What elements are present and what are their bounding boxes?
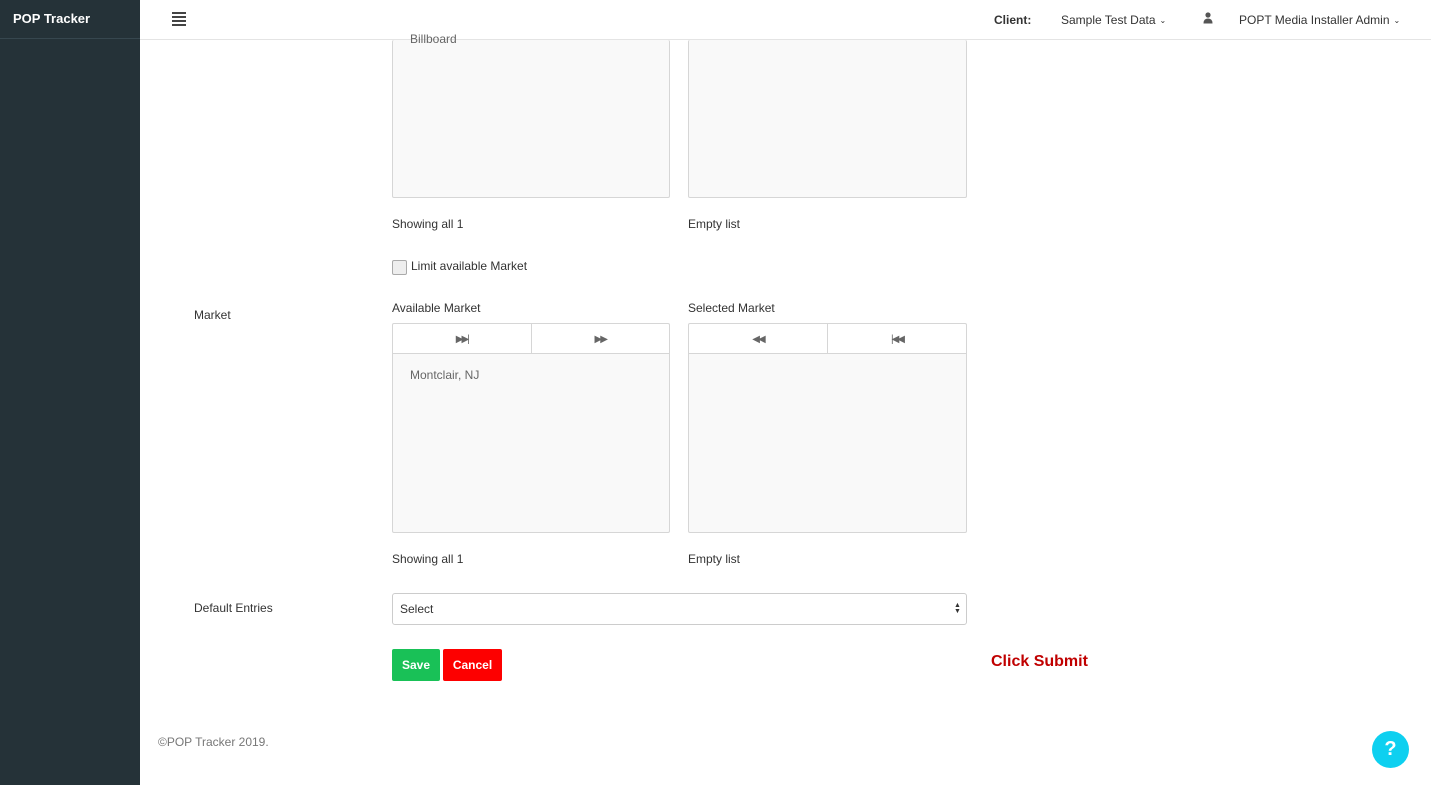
available-market-title: Available Market [392,301,481,315]
hamburger-icon[interactable] [172,12,186,26]
client-label: Client: [994,13,1032,27]
client-dropdown[interactable]: Sample Test Data ⌄ [1061,13,1166,27]
limit-market-checkbox[interactable] [392,260,407,275]
user-menu-dropdown[interactable]: POPT Media Installer Admin ⌄ [1239,13,1400,27]
chevron-down-icon: ⌄ [1159,16,1167,25]
available-market-controls: ▶▶| ▶▶ [392,323,670,354]
client-value: Sample Test Data [1061,13,1156,27]
limit-market-label: Limit available Market [411,259,528,273]
available-media-status: Showing all 1 [392,217,464,231]
sidebar: POP Tracker [0,0,140,785]
list-item[interactable]: Montclair, NJ [410,368,479,382]
select-arrows-icon: ▲ ▼ [954,602,961,615]
selected-market-list[interactable] [688,353,967,533]
available-market-list[interactable]: Montclair, NJ [392,353,670,533]
available-media-list[interactable]: Billboard [392,32,670,198]
user-icon [1203,12,1213,24]
move-all-left-icon[interactable]: |◀◀ [827,324,966,354]
default-entries-label: Default Entries [194,601,273,615]
top-navbar: Client: Sample Test Data ⌄ POPT Media Ins… [140,0,1431,40]
market-field-label: Market [194,308,231,322]
selected-market-controls: ◀◀ |◀◀ [688,323,967,354]
move-right-icon[interactable]: ▶▶ [530,324,670,354]
default-entries-value: Select [400,602,434,616]
footer-copyright: ©POP Tracker 2019. [158,735,269,749]
default-entries-select[interactable]: Select ▲ ▼ [392,593,967,625]
instruction-annotation: Click Submit [991,653,1088,670]
chevron-down-icon: ⌄ [1393,16,1401,25]
save-button[interactable]: Save [392,649,440,681]
selected-market-status: Empty list [688,552,741,566]
help-button[interactable]: ? [1372,731,1409,768]
move-left-icon[interactable]: ◀◀ [689,324,827,354]
selected-media-status: Empty list [688,217,741,231]
cancel-button[interactable]: Cancel [443,649,502,681]
available-market-status: Showing all 1 [392,552,464,566]
selected-market-title: Selected Market [688,301,775,315]
selected-media-list[interactable] [688,40,967,198]
user-name: POPT Media Installer Admin [1239,13,1390,27]
list-item[interactable]: Billboard [410,32,457,46]
brand-logo[interactable]: POP Tracker [0,0,140,39]
move-all-right-icon[interactable]: ▶▶| [393,324,531,354]
